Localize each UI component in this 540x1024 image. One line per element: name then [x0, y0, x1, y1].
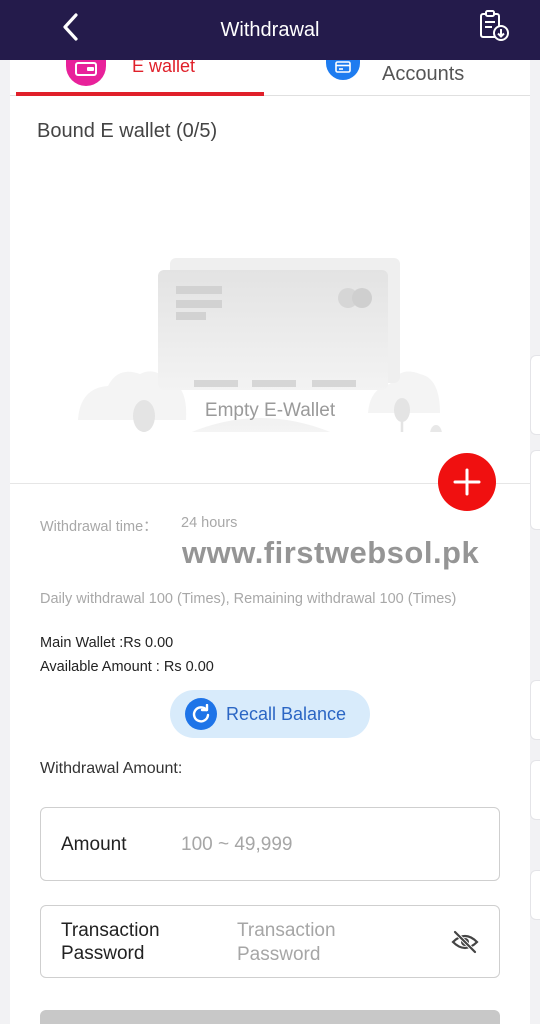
- background-panel-edge: [530, 870, 540, 920]
- eye-off-icon[interactable]: [451, 930, 479, 954]
- withdrawal-time-value: 24 hours: [181, 515, 238, 531]
- page-title: Withdrawal: [220, 18, 320, 41]
- daily-withdrawal-limit: Daily withdrawal 100 (Times), Remaining …: [40, 591, 457, 607]
- transaction-password-label: Transaction Password: [61, 920, 160, 964]
- empty-wallet-illustration: [78, 258, 442, 432]
- back-button[interactable]: [56, 12, 84, 42]
- withdrawal-record-button[interactable]: [476, 8, 512, 44]
- background-panel-edge: [530, 450, 540, 530]
- background-panel-edge: [530, 355, 540, 435]
- plus-icon: [453, 468, 481, 496]
- bound-wallet-title: Bound E wallet (0/5): [37, 120, 218, 142]
- empty-wallet-text: Empty E-Wallet: [204, 400, 336, 421]
- submit-withdrawal-button[interactable]: [40, 1010, 500, 1024]
- tab-label: Accounts: [382, 63, 465, 85]
- withdrawal-card: E wallet Accounts Bound E wallet (0/5) E…: [10, 52, 530, 1024]
- main-wallet-balance: Main Wallet :Rs 0.00: [40, 635, 174, 651]
- transaction-password-field: Transaction Password Transaction Passwor…: [40, 905, 500, 978]
- refresh-icon: [185, 698, 217, 730]
- transaction-password-input[interactable]: Transaction Password: [237, 919, 377, 967]
- wallet-tabs: E wallet Accounts: [10, 52, 530, 96]
- available-amount: Available Amount : Rs 0.00: [40, 659, 214, 675]
- recall-balance-label: Recall Balance: [226, 703, 347, 724]
- amount-label: Amount: [61, 834, 127, 855]
- withdrawal-amount-title: Withdrawal Amount:: [40, 760, 183, 777]
- background-panel-edge: [530, 680, 540, 740]
- tab-e-wallet[interactable]: E wallet: [16, 52, 264, 96]
- clipboard-download-icon: [480, 10, 509, 41]
- recall-balance-button[interactable]: Recall Balance: [170, 690, 370, 738]
- app-header: Withdrawal: [0, 0, 540, 60]
- background-panel-edge: [530, 760, 540, 820]
- amount-field: Amount: [40, 807, 500, 881]
- withdrawal-time-label: Withdrawal time：: [40, 519, 158, 535]
- add-wallet-button[interactable]: [438, 453, 496, 511]
- tab-accounts[interactable]: Accounts: [272, 54, 530, 96]
- amount-input[interactable]: [181, 828, 481, 862]
- watermark-text: www.firstwebsol.pk: [182, 535, 480, 570]
- chevron-left-icon: [63, 13, 78, 41]
